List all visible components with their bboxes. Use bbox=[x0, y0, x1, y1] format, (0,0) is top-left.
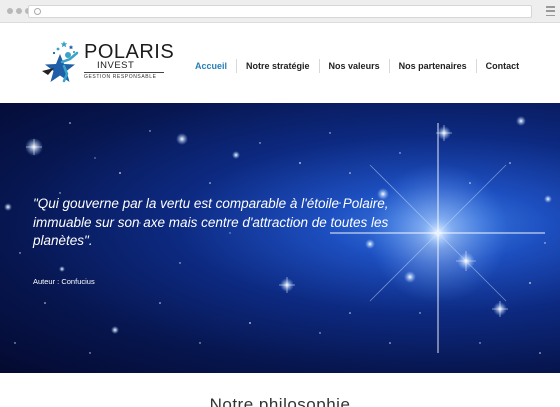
nav-contact[interactable]: Contact bbox=[477, 59, 529, 73]
window-dot-icon[interactable] bbox=[16, 8, 22, 14]
nav-accueil[interactable]: Accueil bbox=[186, 59, 236, 73]
star-figure-logo-icon bbox=[42, 41, 79, 83]
site-logo[interactable]: POLARIS INVEST GESTION RESPONSABLE bbox=[40, 40, 174, 86]
nav-nos-valeurs[interactable]: Nos valeurs bbox=[320, 59, 389, 73]
site-header: POLARIS INVEST GESTION RESPONSABLE Accue… bbox=[0, 23, 560, 103]
hero-banner: "Qui gouverne par la vertu est comparabl… bbox=[0, 103, 560, 373]
logo-tagline: GESTION RESPONSABLE bbox=[84, 74, 157, 80]
hamburger-menu-icon[interactable] bbox=[546, 6, 555, 16]
hero-quote: "Qui gouverne par la vertu est comparabl… bbox=[33, 196, 389, 248]
address-bar[interactable] bbox=[28, 5, 532, 18]
section-title: Notre philosophie bbox=[209, 395, 351, 407]
address-circle-icon bbox=[34, 8, 41, 15]
nav-notre-strategie[interactable]: Notre stratégie bbox=[237, 59, 319, 73]
logo-name: POLARIS bbox=[84, 41, 175, 63]
logo-wordmark: POLARIS INVEST GESTION RESPONSABLE bbox=[84, 41, 175, 80]
hero-quote-author: Auteur : Confucius bbox=[33, 277, 95, 286]
browser-chrome bbox=[0, 0, 560, 23]
window-dot-icon[interactable] bbox=[7, 8, 13, 14]
logo-divider bbox=[84, 72, 164, 73]
nav-nos-partenaires[interactable]: Nos partenaires bbox=[390, 59, 476, 73]
logo-sub: INVEST bbox=[97, 60, 135, 71]
main-nav: Accueil Notre stratégie Nos valeurs Nos … bbox=[186, 59, 528, 73]
